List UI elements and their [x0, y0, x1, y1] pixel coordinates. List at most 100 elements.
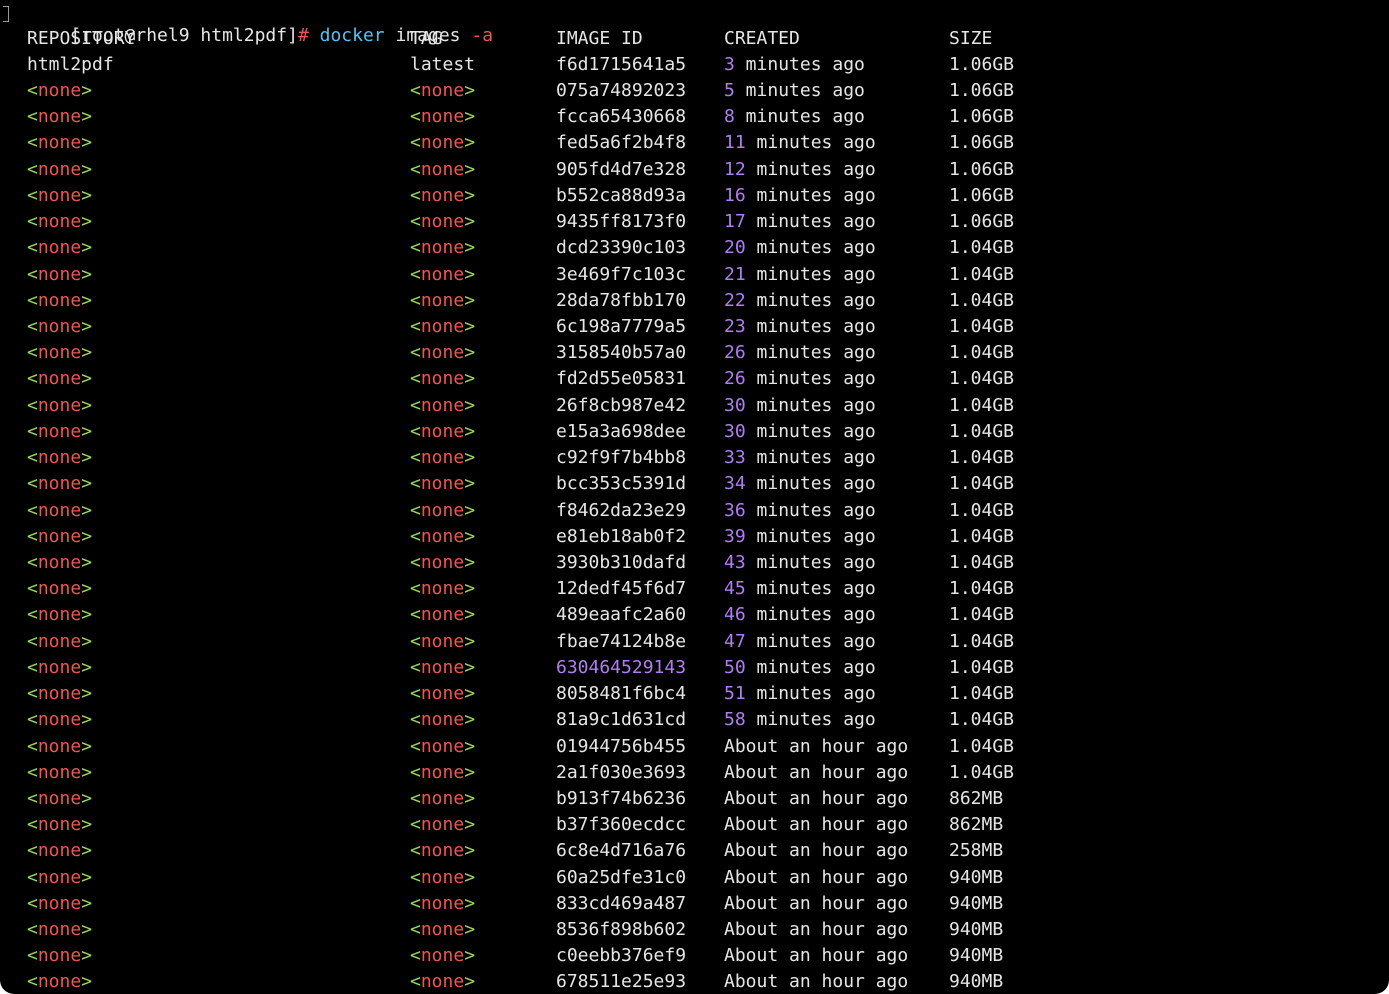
- none-close-bracket: >: [81, 893, 93, 914]
- none-word: none: [420, 971, 465, 992]
- tag-cell: <none>: [410, 944, 475, 968]
- none-open-bracket: <: [27, 264, 38, 285]
- none-open-bracket: <: [27, 919, 38, 940]
- tag-cell: <none>: [410, 263, 475, 287]
- image-id-cell: 6c198a7779a5: [556, 316, 687, 337]
- repository-cell: <none>: [27, 158, 92, 182]
- created-cell: About an hour ago: [724, 918, 908, 942]
- created-text: minutes ago: [734, 106, 865, 127]
- none-close-bracket: >: [81, 709, 93, 730]
- image-id-cell: 12dedf45f6d7: [556, 578, 687, 599]
- created-text: About an hour ago: [724, 736, 909, 757]
- created-cell: About an hour ago: [724, 735, 908, 759]
- none-open-bracket: <: [410, 552, 421, 573]
- none-close-bracket: >: [464, 788, 476, 809]
- created-number: 5: [724, 80, 735, 101]
- size-cell: 1.06GB: [949, 54, 1015, 75]
- repository-cell: <none>: [27, 944, 92, 968]
- none-word: none: [37, 867, 82, 888]
- size-cell: 1.04GB: [949, 395, 1015, 416]
- none-word: none: [37, 80, 82, 101]
- none-word: none: [37, 552, 82, 573]
- image-id-cell: 3930b310dafd: [556, 552, 687, 573]
- repository-cell: <none>: [27, 761, 92, 785]
- size-cell: 1.04GB: [949, 762, 1015, 783]
- repository-cell: <none>: [27, 210, 92, 234]
- size-cell: 1.04GB: [949, 683, 1015, 704]
- created-cell: 20 minutes ago: [724, 236, 876, 260]
- none-word: none: [37, 736, 82, 757]
- created-cell: 26 minutes ago: [724, 341, 876, 365]
- none-close-bracket: >: [464, 840, 476, 861]
- none-close-bracket: >: [464, 395, 476, 416]
- size-cell: 1.04GB: [949, 316, 1015, 337]
- created-text: minutes ago: [745, 316, 876, 337]
- created-text: minutes ago: [745, 657, 876, 678]
- header-size: SIZE: [949, 28, 993, 49]
- none-close-bracket: >: [464, 211, 476, 232]
- none-close-bracket: >: [464, 683, 476, 704]
- none-word: none: [420, 893, 465, 914]
- created-cell: 34 minutes ago: [724, 472, 876, 496]
- tag-cell: <none>: [410, 813, 475, 837]
- created-text: minutes ago: [745, 421, 876, 442]
- none-word: none: [37, 578, 82, 599]
- tag-cell: <none>: [410, 918, 475, 942]
- none-close-bracket: >: [81, 473, 93, 494]
- none-word: none: [37, 106, 82, 127]
- tag-cell: <none>: [410, 525, 475, 549]
- none-open-bracket: <: [410, 80, 421, 101]
- repository-cell: <none>: [27, 131, 92, 155]
- image-id-cell: b913f74b6236: [556, 788, 687, 809]
- terminal-window[interactable]: [root@rhel9 html2pdf]# docker images -a …: [0, 0, 1389, 994]
- image-id-cell: c92f9f7b4bb8: [556, 447, 687, 468]
- none-close-bracket: >: [464, 709, 476, 730]
- created-text: About an hour ago: [724, 788, 909, 809]
- none-word: none: [420, 840, 465, 861]
- none-word: none: [37, 840, 82, 861]
- image-id-cell: f8462da23e29: [556, 500, 687, 521]
- none-word: none: [420, 867, 465, 888]
- tag-cell: <none>: [410, 394, 475, 418]
- none-open-bracket: <: [27, 709, 38, 730]
- size-cell: 1.06GB: [949, 132, 1015, 153]
- tag-cell: <none>: [410, 472, 475, 496]
- none-open-bracket: <: [410, 237, 421, 258]
- none-open-bracket: <: [27, 683, 38, 704]
- none-open-bracket: <: [27, 159, 38, 180]
- tag-cell: <none>: [410, 630, 475, 654]
- repository-cell: <none>: [27, 499, 92, 523]
- table-header: REPOSITORY TAG IMAGE ID CREATED SIZE: [27, 27, 992, 51]
- created-text: minutes ago: [745, 395, 876, 416]
- none-word: none: [420, 368, 465, 389]
- none-word: none: [420, 604, 465, 625]
- none-close-bracket: >: [81, 185, 93, 206]
- none-close-bracket: >: [464, 447, 476, 468]
- none-open-bracket: <: [410, 316, 421, 337]
- none-close-bracket: >: [464, 159, 476, 180]
- none-close-bracket: >: [464, 945, 476, 966]
- none-open-bracket: <: [410, 631, 421, 652]
- none-open-bracket: <: [410, 500, 421, 521]
- tag-cell: <none>: [410, 236, 475, 260]
- size-cell: 1.04GB: [949, 604, 1015, 625]
- repository-cell: <none>: [27, 315, 92, 339]
- none-close-bracket: >: [81, 762, 93, 783]
- command-docker: docker: [319, 25, 385, 46]
- created-cell: 21 minutes ago: [724, 263, 876, 287]
- none-word: none: [37, 342, 82, 363]
- created-cell: 17 minutes ago: [724, 210, 876, 234]
- tag-cell: <none>: [410, 367, 475, 391]
- none-word: none: [420, 290, 465, 311]
- none-open-bracket: <: [27, 604, 38, 625]
- repository-cell: <none>: [27, 341, 92, 365]
- repository-cell: <none>: [27, 892, 92, 916]
- none-open-bracket: <: [410, 762, 421, 783]
- created-cell: 16 minutes ago: [724, 184, 876, 208]
- none-close-bracket: >: [81, 395, 93, 416]
- created-cell: About an hour ago: [724, 839, 908, 863]
- size-cell: 1.04GB: [949, 264, 1015, 285]
- created-text: minutes ago: [745, 447, 876, 468]
- repository-cell: <none>: [27, 839, 92, 863]
- created-number: 58: [724, 709, 746, 730]
